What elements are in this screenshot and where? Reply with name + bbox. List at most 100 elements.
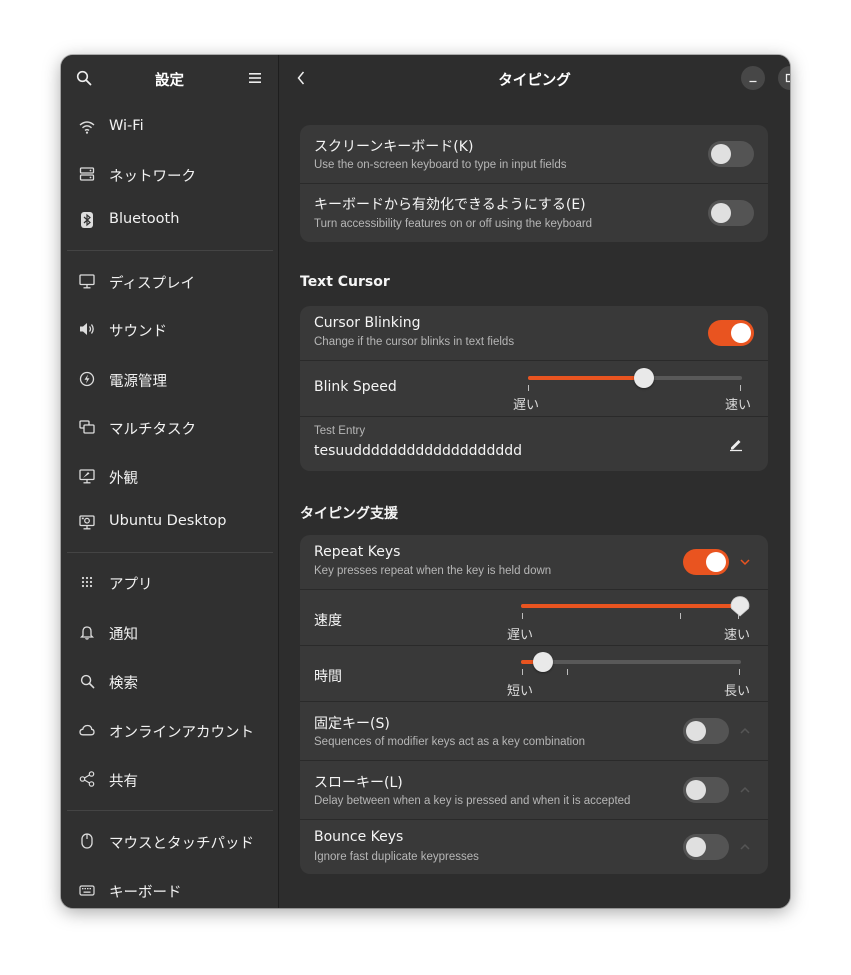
- sidebar-item-label: サウンド: [109, 324, 167, 340]
- repeat-keys-switch[interactable]: [683, 549, 729, 575]
- slider-thumb[interactable]: [633, 368, 654, 388]
- sticky-keys-switch[interactable]: [683, 718, 729, 744]
- edit-pencil-icon[interactable]: [727, 435, 745, 453]
- sidebar-item-notifications[interactable]: 通知: [67, 613, 273, 651]
- sidebar-item-label: 共有: [109, 774, 138, 790]
- ubuntu-desktop-icon: [79, 514, 95, 530]
- row-title: キーボードから有効化できるようにする(E): [314, 197, 586, 213]
- cursor-blinking-switch[interactable]: [708, 320, 754, 346]
- slider-tick: [522, 669, 523, 675]
- chevron-down-icon[interactable]: [739, 556, 751, 568]
- row-title: Repeat Keys: [314, 544, 401, 560]
- row-subtitle: Delay between when a key is pressed and …: [314, 795, 631, 807]
- network-icon: [79, 166, 95, 182]
- sidebar-item-power[interactable]: 電源管理: [67, 360, 273, 398]
- sidebar-item-keyboard[interactable]: キーボード: [67, 871, 273, 908]
- repeat-speed-slider[interactable]: [521, 604, 740, 608]
- main-panel: タイピング スクリーンキーボード(K) Use the on-screen ke…: [279, 55, 790, 908]
- accessibility-keyboard-card: スクリーンキーボード(K) Use the on-screen keyboard…: [300, 125, 768, 242]
- test-entry-row[interactable]: Test Entry tesuuddddddddddddddddddd: [300, 417, 768, 471]
- slow-keys-row[interactable]: スローキー(L) Delay between when a key is pre…: [300, 761, 768, 819]
- sidebar-item-wifi[interactable]: Wi-Fi: [67, 108, 273, 146]
- sidebar-divider: [67, 250, 273, 251]
- sidebar-item-label: マルチタスク: [109, 422, 196, 438]
- power-icon: [79, 371, 95, 387]
- chevron-up-icon[interactable]: [739, 841, 751, 853]
- share-icon: [79, 771, 95, 787]
- repeat-delay-slider[interactable]: [521, 660, 741, 664]
- sidebar-item-display[interactable]: ディスプレイ: [67, 262, 273, 300]
- row-subtitle: Key presses repeat when the key is held …: [314, 565, 552, 577]
- slider-fill: [521, 604, 740, 608]
- sidebar-item-search[interactable]: 検索: [67, 662, 273, 700]
- slider-min-label: 遅い: [513, 398, 540, 413]
- sidebar-item-online-accounts[interactable]: オンラインアカウント: [67, 711, 273, 749]
- test-entry-input[interactable]: tesuuddddddddddddddddddd: [314, 443, 522, 459]
- row-title: スローキー(L): [314, 775, 403, 791]
- sidebar-item-sharing[interactable]: 共有: [67, 760, 273, 798]
- sidebar-divider: [67, 810, 273, 811]
- apps-grid-icon: [79, 574, 95, 590]
- row-title: Blink Speed: [314, 379, 397, 395]
- sidebar-item-multitasking[interactable]: マルチタスク: [67, 408, 273, 446]
- sidebar-item-network[interactable]: ネットワーク: [67, 155, 273, 193]
- minimize-button[interactable]: [741, 66, 765, 90]
- repeat-keys-row[interactable]: Repeat Keys Key presses repeat when the …: [300, 535, 768, 589]
- slider-tick: [528, 385, 529, 391]
- slider-thumb[interactable]: [533, 652, 553, 672]
- text-cursor-card: Cursor Blinking Change if the cursor bli…: [300, 306, 768, 471]
- slider-thumb[interactable]: [729, 595, 751, 617]
- row-title: Bounce Keys: [314, 829, 404, 845]
- screen-keyboard-row[interactable]: スクリーンキーボード(K) Use the on-screen keyboard…: [300, 125, 768, 183]
- screen-keyboard-switch[interactable]: [708, 141, 754, 167]
- sidebar-item-label: Ubuntu Desktop: [109, 513, 227, 529]
- slider-fill: [528, 376, 644, 380]
- repeat-speed-row: 速度 遅い 速い: [300, 590, 768, 645]
- slow-keys-switch[interactable]: [683, 777, 729, 803]
- maximize-icon: [785, 73, 790, 83]
- cursor-blinking-row[interactable]: Cursor Blinking Change if the cursor bli…: [300, 306, 768, 360]
- sidebar-item-label: Wi-Fi: [109, 118, 144, 134]
- chevron-up-icon[interactable]: [739, 725, 751, 737]
- bounce-keys-row[interactable]: Bounce Keys Ignore fast duplicate keypre…: [300, 820, 768, 874]
- sidebar-item-label: オンラインアカウント: [109, 725, 254, 741]
- row-title: 速度: [314, 613, 342, 629]
- slider-min-label: 短い: [507, 684, 534, 699]
- minimize-icon: [749, 80, 757, 83]
- sidebar-item-label: ネットワーク: [109, 169, 196, 185]
- row-subtitle: Sequences of modifier keys act as a key …: [314, 736, 586, 748]
- bounce-keys-switch[interactable]: [683, 834, 729, 860]
- slider-min-label: 遅い: [507, 628, 534, 643]
- keyboard-activation-row[interactable]: キーボードから有効化できるようにする(E) Turn accessibility…: [300, 184, 768, 242]
- hamburger-menu-icon[interactable]: [245, 68, 265, 88]
- cloud-icon: [79, 722, 95, 738]
- sidebar-item-mouse-touchpad[interactable]: マウスとタッチパッド: [67, 822, 273, 860]
- sidebar-item-appearance[interactable]: 外観: [67, 457, 273, 495]
- sidebar-item-label: 電源管理: [109, 374, 167, 390]
- row-subtitle: Ignore fast duplicate keypresses: [314, 851, 479, 863]
- keyboard-activation-switch[interactable]: [708, 200, 754, 226]
- slider-max-label: 速い: [725, 398, 752, 413]
- mouse-icon: [79, 833, 95, 849]
- row-title: 時間: [314, 669, 342, 685]
- row-title: 固定キー(S): [314, 716, 390, 732]
- page-title: タイピング: [498, 73, 571, 89]
- sidebar-item-bluetooth[interactable]: Bluetooth: [67, 201, 273, 239]
- sidebar-item-ubuntu-desktop[interactable]: Ubuntu Desktop: [67, 503, 273, 541]
- sidebar-item-label: キーボード: [109, 885, 182, 901]
- chevron-up-icon[interactable]: [739, 784, 751, 796]
- sidebar-item-sound[interactable]: サウンド: [67, 310, 273, 348]
- text-cursor-heading: Text Cursor: [300, 274, 390, 290]
- repeat-delay-row: 時間 短い 長い: [300, 646, 768, 701]
- sidebar-header: 設定: [61, 55, 278, 101]
- display-icon: [79, 273, 95, 289]
- sticky-keys-row[interactable]: 固定キー(S) Sequences of modifier keys act a…: [300, 702, 768, 760]
- typing-assist-card: Repeat Keys Key presses repeat when the …: [300, 535, 768, 874]
- sidebar-item-apps[interactable]: アプリ: [67, 563, 273, 601]
- settings-window: 設定 Wi-Fi ネットワーク Bluetooth ディスプレイ サウンド 電源…: [61, 55, 790, 908]
- wifi-icon: [79, 119, 95, 135]
- bluetooth-icon: [79, 212, 95, 228]
- row-subtitle: Turn accessibility features on or off us…: [314, 218, 593, 230]
- row-title: Cursor Blinking: [314, 315, 421, 331]
- row-subtitle: Use the on-screen keyboard to type in in…: [314, 159, 567, 171]
